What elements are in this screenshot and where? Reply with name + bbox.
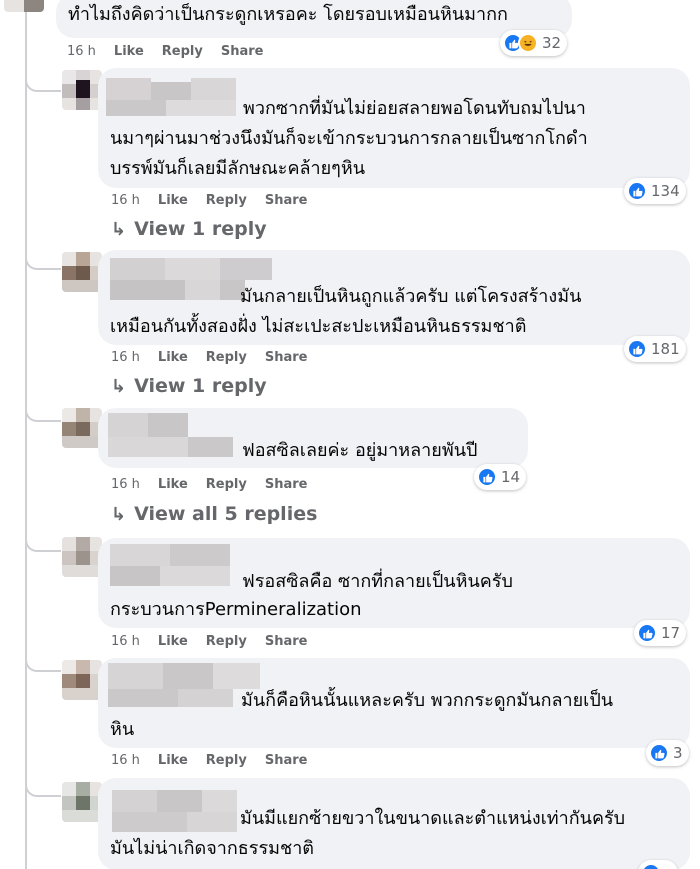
avatar[interactable] bbox=[62, 537, 102, 577]
share-button[interactable]: Share bbox=[265, 477, 308, 492]
comment-time[interactable]: 16 h bbox=[67, 44, 96, 59]
reply-button[interactable]: Reply bbox=[206, 753, 247, 768]
thread-line bbox=[25, 0, 27, 869]
comment-time[interactable]: 16 h bbox=[111, 477, 140, 492]
avatar[interactable] bbox=[62, 408, 102, 448]
comment-bubble: มันมีแยกซ้ายขวาในขนาดและตำแหน่งเท่ากันคร… bbox=[98, 778, 690, 869]
reaction-summary[interactable]: 3 bbox=[646, 740, 689, 766]
like-reaction-icon bbox=[627, 339, 647, 359]
reply-button[interactable]: Reply bbox=[206, 477, 247, 492]
thread-connector bbox=[25, 248, 61, 270]
view-replies-link[interactable]: ↳ View 1 reply bbox=[111, 375, 267, 397]
comment-time[interactable]: 16 h bbox=[111, 634, 140, 649]
comment-bubble: ทำไมถึงคิดว่าเป็นกระดูกเหรอคะ โดยรอบเหมื… bbox=[56, 0, 572, 38]
comment-bubble: พวกซากที่มันไม่ย่อยสลายพอโดนทับถมไปนา นม… bbox=[98, 68, 690, 188]
comment-actions: 16 h Like Reply Share bbox=[111, 193, 325, 208]
comment-time[interactable]: 16 h bbox=[111, 350, 140, 365]
comment-time[interactable]: 16 h bbox=[111, 753, 140, 768]
reaction-summary[interactable]: 17 bbox=[634, 620, 687, 646]
like-button[interactable]: Like bbox=[158, 477, 188, 492]
reaction-count: 14 bbox=[501, 468, 521, 486]
reaction-count: 134 bbox=[651, 182, 680, 200]
view-replies-link[interactable]: ↳ View 1 reply bbox=[111, 218, 267, 240]
thread-connector bbox=[25, 530, 61, 552]
share-button[interactable]: Share bbox=[265, 193, 308, 208]
view-replies-label: View 1 reply bbox=[134, 218, 267, 240]
avatar[interactable] bbox=[62, 70, 102, 110]
blurred-username bbox=[106, 78, 236, 118]
reply-button[interactable]: Reply bbox=[206, 634, 247, 649]
thread-connector bbox=[25, 650, 61, 672]
avatar[interactable] bbox=[62, 782, 102, 822]
comment-actions: 16 h Like Reply Share bbox=[111, 350, 325, 365]
view-replies-label: View all 5 replies bbox=[134, 503, 318, 525]
comment-bubble: ฟรอสซิลคือ ซากที่กลายเป็นหินครับ กระบวนก… bbox=[98, 538, 690, 628]
blurred-username bbox=[110, 544, 230, 586]
share-button[interactable]: Share bbox=[265, 350, 308, 365]
like-reaction-icon bbox=[649, 743, 669, 763]
blurred-username bbox=[108, 413, 233, 457]
reaction-count: 17 bbox=[661, 624, 681, 642]
reaction-summary[interactable]: 134 bbox=[624, 178, 686, 204]
reaction-count: 181 bbox=[651, 340, 680, 358]
comment-bubble: มันกลายเป็นหินถูกแล้วครับ แต่โครงสร้างมั… bbox=[98, 250, 690, 345]
thread-connector bbox=[25, 400, 61, 422]
share-button[interactable]: Share bbox=[265, 634, 308, 649]
thread-connector bbox=[25, 70, 61, 92]
comment-time[interactable]: 16 h bbox=[111, 193, 140, 208]
like-reaction-icon bbox=[637, 623, 657, 643]
avatar[interactable] bbox=[62, 660, 102, 700]
view-replies-label: View 1 reply bbox=[134, 375, 267, 397]
comment-actions: 16 h Like Reply Share bbox=[111, 753, 325, 768]
comment-text: เหมือนกันทั้งสองฝั่ง ไม่สะเปะสะปะเหมือนห… bbox=[110, 316, 527, 337]
comment-bubble: มันก็คือหินนั้นแหละครับ พวกกระดูกมันกลาย… bbox=[98, 658, 690, 748]
thread-connector bbox=[25, 775, 61, 797]
comment-actions: 16 h Like Reply Share bbox=[111, 477, 325, 492]
reply-button[interactable]: Reply bbox=[162, 44, 203, 59]
comment-text: บรรพ์มันก็เลยมีลักษณะคล้ายๆหิน bbox=[110, 158, 366, 179]
reply-arrow-icon: ↳ bbox=[111, 503, 127, 525]
like-button[interactable]: Like bbox=[158, 350, 188, 365]
comment-bubble: ฟอสซิลเลยค่ะ อยู่มาหลายพันปี bbox=[98, 408, 528, 468]
comment-actions: 16 h Like Reply Share bbox=[67, 44, 281, 59]
comment-text: หิน bbox=[110, 719, 135, 740]
comment-text: มันกลายเป็นหินถูกแล้วครับ แต่โครงสร้างมั… bbox=[240, 286, 582, 307]
comment-text: ฟรอสซิลคือ ซากที่กลายเป็นหินครับ bbox=[242, 571, 513, 592]
blurred-username bbox=[112, 790, 237, 832]
comment-actions: 16 h Like Reply Share bbox=[111, 634, 325, 649]
reaction-count: 32 bbox=[542, 34, 562, 52]
comment-text: กระบวนการPermineralization bbox=[110, 599, 362, 620]
share-button[interactable]: Share bbox=[265, 753, 308, 768]
reaction-count: 3 bbox=[673, 744, 683, 762]
avatar[interactable] bbox=[4, 0, 44, 12]
comment-text: นมาๆผ่านมาช่วงนึงมันก็จะเข้ากระบวนการกลา… bbox=[110, 128, 588, 149]
haha-reaction-icon bbox=[518, 33, 538, 53]
reaction-summary[interactable]: 14 bbox=[474, 464, 527, 490]
comment-text: ฟอสซิลเลยค่ะ อยู่มาหลายพันปี bbox=[242, 440, 478, 461]
reaction-summary[interactable]: 32 bbox=[500, 30, 568, 56]
reply-button[interactable]: Reply bbox=[206, 350, 247, 365]
comment-text: มันมีแยกซ้ายขวาในขนาดและตำแหน่งเท่ากันคร… bbox=[240, 808, 626, 829]
reply-button[interactable]: Reply bbox=[206, 193, 247, 208]
share-button[interactable]: Share bbox=[221, 44, 264, 59]
like-button[interactable]: Like bbox=[158, 193, 188, 208]
like-reaction-icon bbox=[627, 181, 647, 201]
avatar[interactable] bbox=[62, 252, 102, 292]
comment-text: ทำไมถึงคิดว่าเป็นกระดูกเหรอคะ โดยรอบเหมื… bbox=[68, 4, 508, 25]
reaction-summary[interactable] bbox=[638, 860, 678, 869]
like-button[interactable]: Like bbox=[158, 634, 188, 649]
reply-arrow-icon: ↳ bbox=[111, 218, 127, 240]
reaction-summary[interactable]: 181 bbox=[624, 336, 686, 362]
comment-text: มันก็คือหินนั้นแหละครับ พวกกระดูกมันกลาย… bbox=[241, 690, 614, 711]
comment-text: มันไม่น่าเกิดจากธรรมชาติ bbox=[110, 838, 314, 859]
like-reaction-icon bbox=[641, 863, 661, 869]
like-button[interactable]: Like bbox=[114, 44, 144, 59]
reply-arrow-icon: ↳ bbox=[111, 375, 127, 397]
like-reaction-icon bbox=[477, 467, 497, 487]
view-replies-link[interactable]: ↳ View all 5 replies bbox=[111, 503, 317, 525]
like-button[interactable]: Like bbox=[158, 753, 188, 768]
comment-text: พวกซากที่มันไม่ย่อยสลายพอโดนทับถมไปนา bbox=[243, 98, 586, 119]
blurred-username bbox=[108, 663, 260, 707]
